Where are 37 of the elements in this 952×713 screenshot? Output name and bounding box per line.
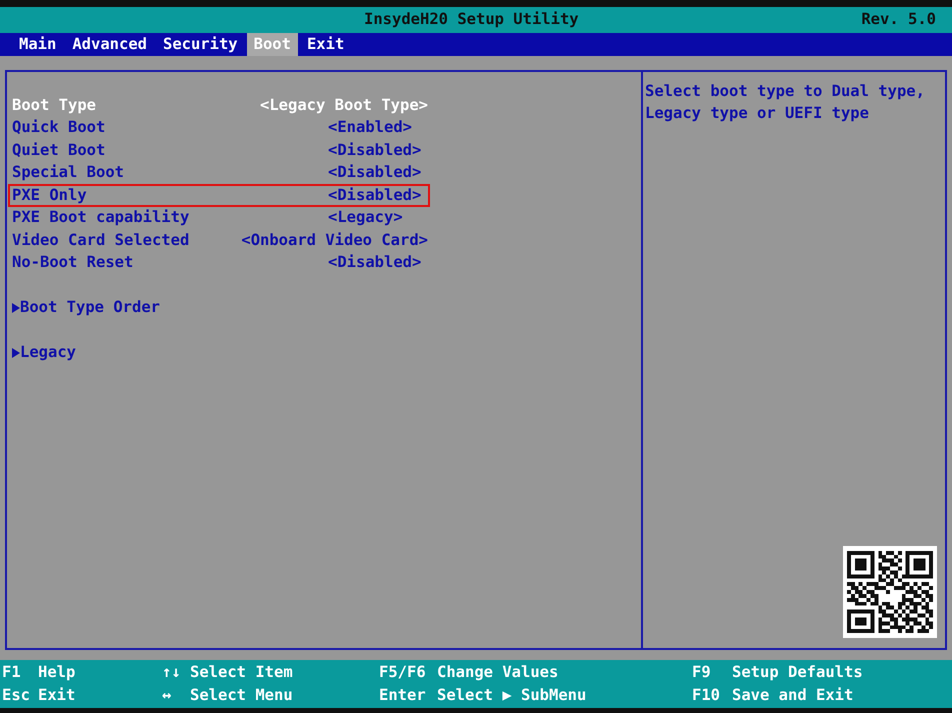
menu-tab[interactable]: Advanced xyxy=(65,33,154,56)
setting-row[interactable]: PXE Only <Disabled> xyxy=(8,184,430,206)
key-action: Change Values xyxy=(437,662,558,683)
key-action: Select Item xyxy=(190,662,293,683)
menu-tab[interactable]: Main xyxy=(12,33,64,56)
key-label: ↑↓ xyxy=(162,662,182,683)
key-label: ↔ xyxy=(162,684,172,706)
setting-row[interactable]: Boot Type <Legacy Boot Type> xyxy=(8,94,430,116)
menu-tab[interactable]: Exit xyxy=(300,33,352,56)
key-action: Exit xyxy=(38,684,76,706)
submenu-item[interactable]: Boot Type Order xyxy=(10,296,162,319)
menu-tab[interactable]: Security xyxy=(156,33,245,56)
help-text: Select boot type to Dual type, Legacy type or UEFI type xyxy=(645,81,926,124)
key-action: Select ▶ SubMenu xyxy=(437,684,586,706)
setting-row[interactable]: PXE Boot capability <Legacy> xyxy=(8,206,430,229)
key-action: Setup Defaults xyxy=(732,662,863,683)
key-action: Help xyxy=(38,662,76,683)
revision-label: Rev. 5.0 xyxy=(861,9,936,30)
qr-code-icon xyxy=(843,546,937,638)
submenu-item[interactable]: Legacy xyxy=(10,342,78,364)
setting-row[interactable]: Video Card Selected <Onboard Video Card> xyxy=(8,229,430,252)
key-label: F9 xyxy=(692,662,712,683)
key-label: F1 xyxy=(2,662,22,683)
window-title: InsydeH20 Setup Utility xyxy=(364,9,579,30)
setting-row[interactable]: No-Boot Reset <Disabled> xyxy=(8,252,430,274)
setting-row[interactable]: Quick Boot <Enabled> xyxy=(8,116,430,139)
key-label: F5/F6 xyxy=(379,662,427,683)
key-label: F10 xyxy=(692,684,721,706)
triangle-right-icon xyxy=(12,302,20,313)
menu-tab[interactable]: Boot xyxy=(246,33,298,56)
setting-row[interactable]: Quiet Boot <Disabled> xyxy=(8,139,430,162)
setting-row[interactable]: Special Boot <Disabled> xyxy=(8,162,430,184)
key-label: Esc xyxy=(2,684,31,706)
triangle-right-icon xyxy=(12,348,20,358)
key-action: Select Menu xyxy=(190,684,293,706)
key-label: Enter xyxy=(379,684,427,706)
key-action: Save and Exit xyxy=(732,684,854,706)
